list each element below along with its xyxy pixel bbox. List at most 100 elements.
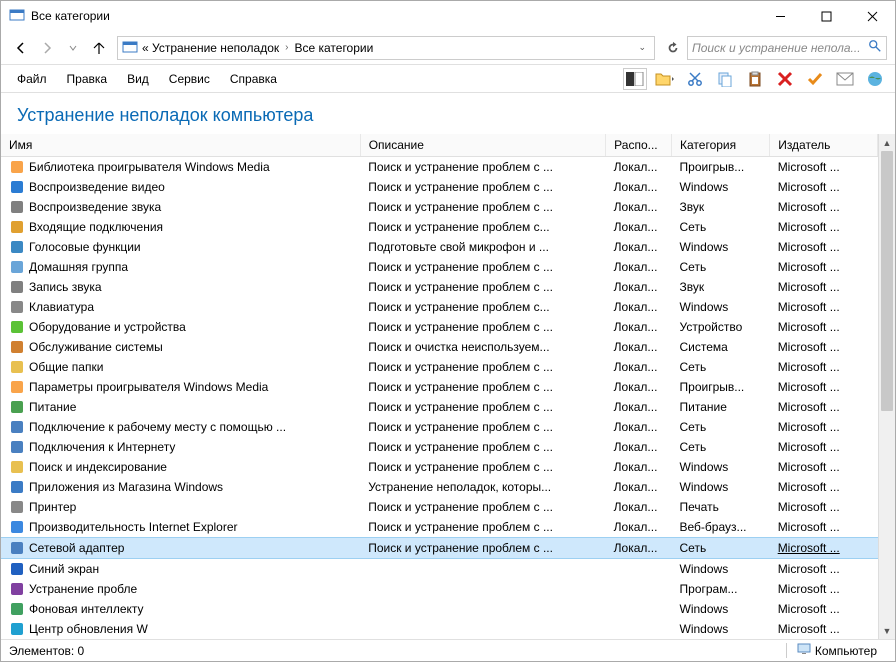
menu-edit[interactable]: Правка — [59, 69, 116, 89]
cut-icon[interactable] — [683, 68, 707, 90]
table-row[interactable]: Синий экранWindowsMicrosoft ... — [1, 559, 878, 580]
table-row[interactable]: КлавиатураПоиск и устранение проблем с..… — [1, 297, 878, 317]
menu-file[interactable]: Файл — [9, 69, 55, 89]
item-name: Голосовые функции — [29, 240, 141, 254]
table-row[interactable]: Центр обновления WWindowsMicrosoft ... — [1, 619, 878, 639]
maximize-button[interactable] — [803, 1, 849, 31]
table-row[interactable]: ПринтерПоиск и устранение проблем с ...Л… — [1, 497, 878, 517]
status-computer-label: Компьютер — [815, 644, 877, 658]
close-button[interactable] — [849, 1, 895, 31]
scroll-up-button[interactable]: ▲ — [879, 134, 895, 151]
col-header-cat[interactable]: Категория — [672, 134, 770, 157]
item-cat: Windows — [672, 619, 770, 639]
table-row[interactable]: Голосовые функцииПодготовьте свой микроф… — [1, 237, 878, 257]
table-row[interactable]: Общие папкиПоиск и устранение проблем с … — [1, 357, 878, 377]
col-header-name[interactable]: Имя — [1, 134, 360, 157]
col-header-loc[interactable]: Распо... — [606, 134, 672, 157]
table-row[interactable]: Запись звукаПоиск и устранение проблем с… — [1, 277, 878, 297]
item-loc: Локал... — [606, 317, 672, 337]
item-name: Входящие подключения — [29, 220, 163, 234]
folder-dropdown-icon[interactable] — [653, 68, 677, 90]
view-mode-icon[interactable] — [623, 68, 647, 90]
item-name: Поиск и индексирование — [29, 460, 167, 474]
table-row[interactable]: Производительность Internet ExplorerПоис… — [1, 517, 878, 538]
item-pub: Microsoft ... — [770, 217, 878, 237]
item-loc: Локал... — [606, 538, 672, 559]
back-button[interactable] — [9, 36, 33, 60]
scroll-thumb[interactable] — [881, 151, 893, 411]
menu-view[interactable]: Вид — [119, 69, 157, 89]
table-row[interactable]: Параметры проигрывателя Windows MediaПои… — [1, 377, 878, 397]
item-icon — [9, 459, 25, 475]
table-row[interactable]: ПитаниеПоиск и устранение проблем с ...Л… — [1, 397, 878, 417]
item-icon — [9, 259, 25, 275]
search-input[interactable]: Поиск и устранение непола... — [687, 36, 887, 60]
item-icon — [9, 439, 25, 455]
table-row[interactable]: Оборудование и устройстваПоиск и устране… — [1, 317, 878, 337]
item-pub: Microsoft ... — [770, 377, 878, 397]
recent-dropdown[interactable] — [61, 36, 85, 60]
table-row[interactable]: Воспроизведение видеоПоиск и устранение … — [1, 177, 878, 197]
item-loc: Локал... — [606, 277, 672, 297]
item-loc: Локал... — [606, 217, 672, 237]
item-loc: Локал... — [606, 237, 672, 257]
item-loc — [606, 599, 672, 619]
table-row[interactable]: Обслуживание системыПоиск и очистка неис… — [1, 337, 878, 357]
table-row[interactable]: Устранение проблеПрограм...Microsoft ... — [1, 579, 878, 599]
item-icon — [9, 199, 25, 215]
item-loc: Локал... — [606, 477, 672, 497]
breadcrumb[interactable]: « Устранение неполадок › Все категории ⌄ — [117, 36, 655, 60]
check-icon[interactable] — [803, 68, 827, 90]
item-icon — [9, 299, 25, 315]
mail-icon[interactable] — [833, 68, 857, 90]
breadcrumb-part2[interactable]: Все категории — [294, 41, 373, 55]
paste-icon[interactable] — [743, 68, 767, 90]
up-button[interactable] — [87, 36, 111, 60]
item-pub: Microsoft ... — [770, 417, 878, 437]
item-cat: Проигрыв... — [672, 377, 770, 397]
vertical-scrollbar[interactable]: ▲ ▼ — [878, 134, 895, 639]
table-row[interactable]: Подключение к рабочему месту с помощью .… — [1, 417, 878, 437]
table-row[interactable]: Домашняя группаПоиск и устранение пробле… — [1, 257, 878, 277]
breadcrumb-icon — [122, 40, 138, 56]
item-icon — [9, 239, 25, 255]
breadcrumb-dropdown[interactable]: ⌄ — [638, 42, 650, 53]
col-header-desc[interactable]: Описание — [360, 134, 605, 157]
item-name: Производительность Internet Explorer — [29, 520, 238, 534]
refresh-button[interactable] — [661, 36, 685, 60]
table-row[interactable]: Подключения к ИнтернетуПоиск и устранени… — [1, 437, 878, 457]
scroll-down-button[interactable]: ▼ — [879, 622, 895, 639]
table-row[interactable]: Библиотека проигрывателя Windows MediaПо… — [1, 157, 878, 178]
forward-button[interactable] — [35, 36, 59, 60]
globe-icon[interactable] — [863, 68, 887, 90]
item-pub: Microsoft ... — [770, 197, 878, 217]
table-row[interactable]: Приложения из Магазина WindowsУстранение… — [1, 477, 878, 497]
table-row[interactable]: Входящие подключенияПоиск и устранение п… — [1, 217, 878, 237]
scroll-track[interactable] — [879, 411, 895, 622]
item-icon — [9, 379, 25, 395]
item-cat: Печать — [672, 497, 770, 517]
app-icon — [9, 8, 25, 24]
item-pub: Microsoft ... — [770, 538, 878, 559]
item-cat: Сеть — [672, 437, 770, 457]
minimize-button[interactable] — [757, 1, 803, 31]
menu-help[interactable]: Справка — [222, 69, 285, 89]
item-pub: Microsoft ... — [770, 437, 878, 457]
menu-service[interactable]: Сервис — [161, 69, 218, 89]
item-desc: Поиск и устранение проблем с ... — [360, 437, 605, 457]
item-cat: Windows — [672, 237, 770, 257]
item-cat: Система — [672, 337, 770, 357]
breadcrumb-part1[interactable]: « Устранение неполадок — [142, 41, 279, 55]
item-name: Воспроизведение видео — [29, 180, 165, 194]
col-header-pub[interactable]: Издатель — [770, 134, 878, 157]
item-cat: Сеть — [672, 217, 770, 237]
table-row[interactable]: Поиск и индексированиеПоиск и устранение… — [1, 457, 878, 477]
table-row[interactable]: Фоновая интеллектуWindowsMicrosoft ... — [1, 599, 878, 619]
item-pub: Microsoft ... — [770, 397, 878, 417]
item-pub: Microsoft ... — [770, 457, 878, 477]
item-pub: Microsoft ... — [770, 517, 878, 538]
table-row[interactable]: Сетевой адаптерПоиск и устранение пробле… — [1, 538, 878, 559]
copy-icon[interactable] — [713, 68, 737, 90]
delete-icon[interactable] — [773, 68, 797, 90]
table-row[interactable]: Воспроизведение звукаПоиск и устранение … — [1, 197, 878, 217]
